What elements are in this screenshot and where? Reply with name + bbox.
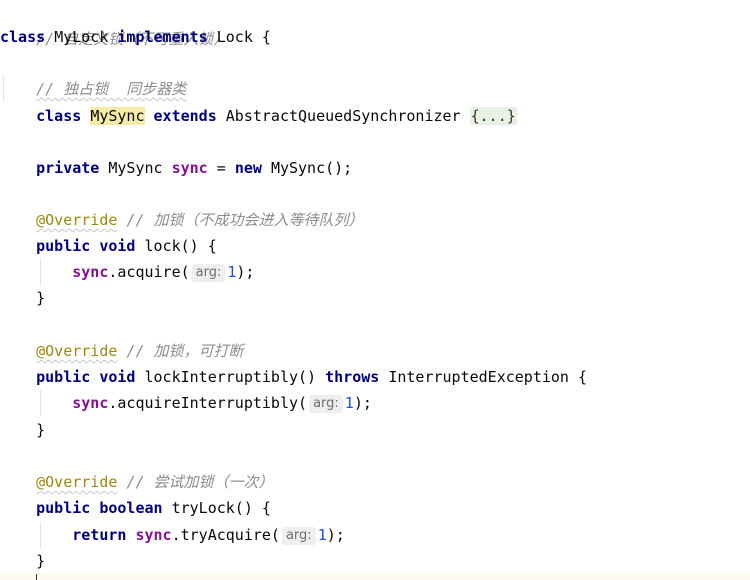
method-lock-signature[interactable]: lock() { [145,237,217,255]
keyword-void: void [99,368,136,386]
field-sync-ref[interactable]: sync [72,394,108,412]
code-line-12: } [0,285,750,311]
code-line-17: } [0,417,750,443]
code-line-1: // 自定义锁（不可重入锁） [0,0,750,48]
code-line-11: sync.acquire(arg: 1); [0,259,750,285]
method-lockinterruptibly-signature[interactable]: lockInterruptibly() [145,368,317,386]
override-annotation[interactable]: @Override [36,342,117,360]
method-trylock-signature[interactable]: tryLock() { [172,499,271,517]
code-line-14: @Override // 加锁，可打断 [0,338,750,364]
parameter-hint: arg: [309,395,343,413]
keyword-public: public [36,237,91,255]
code-line-4: // 独占锁 同步器类 [0,76,750,102]
call-end: ); [326,526,345,544]
keyword-implements: implements [117,28,208,46]
code-line-9: @Override // 加锁（不成功会进入等待队列） [0,207,750,233]
text-caret [36,574,37,580]
acquire-call[interactable]: .acquire( [108,263,189,281]
code-line-5: class MySync extends AbstractQueuedSynch… [0,103,750,129]
field-sync-ref[interactable]: sync [72,263,108,281]
code-line-7: private MySync sync = new MySync(); [0,155,750,181]
code-line-10: public void lock() { [0,233,750,259]
class-name-mylock[interactable]: MyLock [54,28,108,46]
keyword-public: public [36,368,91,386]
interface-lock[interactable]: Lock [217,28,253,46]
call-end: ); [236,263,255,281]
indent-guide [40,522,41,548]
assign-operator: = [216,159,226,177]
keyword-extends: extends [153,107,217,125]
indent-guide [40,390,41,416]
close-brace: } [36,552,46,570]
code-editor[interactable]: // 自定义锁（不可重入锁） class MyLock implements L… [0,0,750,580]
parameter-hint: arg: [281,527,316,545]
keyword-class: class [36,107,82,125]
lock-comment: // 加锁（不成功会进入等待队列） [126,211,364,229]
field-sync-ref[interactable]: sync [135,526,171,544]
keyword-private: private [36,159,100,177]
constructor-call[interactable]: MySync(); [271,159,352,177]
field-sync[interactable]: sync [172,159,208,177]
code-line-15: public void lockInterruptibly() throws I… [0,364,750,390]
try-lock-comment: // 尝试加锁（一次） [126,473,274,491]
lock-interruptibly-comment: // 加锁，可打断 [126,342,244,360]
keyword-void: void [99,237,136,255]
number-literal: 1 [344,394,354,412]
call-end: ); [353,394,372,412]
type-mysync[interactable]: MySync [108,159,162,177]
keyword-new: new [234,159,262,177]
code-line-19: @Override // 尝试加锁（一次） [0,469,750,495]
code-line-2: class MyLock implements Lock { [0,24,750,50]
code-line-20: public boolean tryLock() { [0,495,750,521]
code-line-16: sync.acquireInterruptibly(arg: 1); [0,390,750,416]
keyword-class: class [0,28,46,46]
exception-type[interactable]: InterruptedException { [388,368,587,386]
close-brace: } [36,289,46,307]
indent-guide [3,76,4,102]
code-line-22: } [0,548,750,574]
keyword-public: public [36,499,91,517]
acquire-interruptibly-call[interactable]: .acquireInterruptibly( [108,394,307,412]
class-name-mysync[interactable]: MySync [90,107,145,125]
current-line-highlight [0,573,750,580]
keyword-return: return [72,526,127,544]
override-annotation[interactable]: @Override [36,473,117,491]
parameter-hint: arg: [191,264,226,282]
base-class-aqs[interactable]: AbstractQueuedSynchronizer [226,107,461,125]
keyword-throws: throws [325,368,380,386]
open-brace: { [261,28,271,46]
close-brace: } [36,421,46,439]
folded-code-block[interactable]: {...} [469,107,517,125]
sync-comment: // 独占锁 同步器类 [36,80,187,98]
indent-guide [40,259,41,285]
keyword-boolean: boolean [99,499,163,517]
try-acquire-call[interactable]: .tryAcquire( [172,526,280,544]
number-literal: 1 [317,526,327,544]
override-annotation[interactable]: @Override [36,211,117,229]
code-line-21: return sync.tryAcquire(arg: 1); [0,522,750,548]
